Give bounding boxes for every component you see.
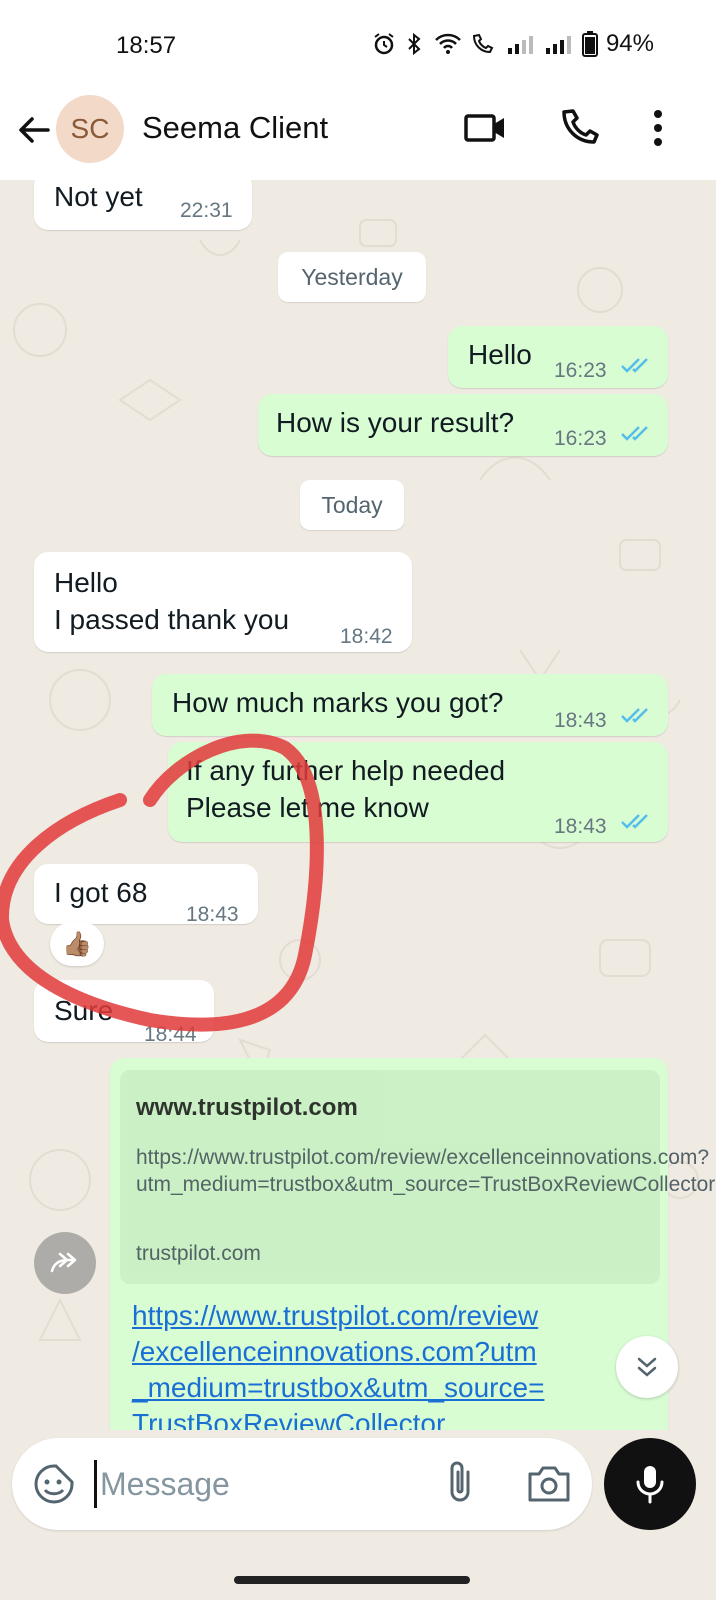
voice-call-icon[interactable] [556,106,600,150]
message-incoming[interactable]: Hello I passed thank you 18:42 [34,552,412,652]
video-call-icon[interactable] [462,108,510,148]
signal-2-icon [545,36,571,54]
link-preview-site: trustpilot.com [136,1242,261,1265]
message-outgoing[interactable]: If any further help needed Please let me… [168,742,668,842]
read-receipt-icon [621,708,648,723]
message-time: 18:43 [186,903,239,926]
link-preview-card[interactable]: www.trustpilot.com https://www.trustpilo… [120,1070,716,1284]
message-text: I got 68 [54,877,148,908]
message-reaction[interactable]: 👍🏽 [50,922,104,966]
attachment-icon[interactable] [442,1458,478,1508]
message-text: How is your result? [276,407,515,438]
status-time: 18:57 [116,32,177,59]
chat-area[interactable]: Not yet 22:31 Yesterday Hello 16:23 How … [0,180,716,1440]
link-line: _medium=trustbox&utm_source= [132,1372,545,1403]
message-text: Hello I passed thank you [54,567,290,635]
message-text: Hello [468,339,532,370]
message-text: Not yet [54,181,143,212]
forward-icon [50,1252,77,1273]
read-receipt-icon [621,814,648,829]
home-indicator[interactable] [234,1576,470,1584]
voice-message-button[interactable] [604,1438,696,1530]
message-incoming[interactable]: Sure 18:44 [34,980,214,1046]
status-bar: 18:57 94% [0,0,716,90]
message-time: 18:43 [554,709,607,732]
battery-percent: 94% [605,30,654,57]
avatar[interactable]: SC [56,95,124,163]
scroll-to-bottom-button[interactable] [616,1336,678,1398]
status-icons: 94% [372,30,654,58]
read-receipt-icon [621,426,648,441]
message-outgoing[interactable]: Hello 16:23 [448,326,668,388]
back-arrow-icon[interactable] [14,110,54,150]
contact-name[interactable]: Seema Client [142,110,328,146]
text-cursor [94,1460,97,1508]
link-line: https://www.trustpilot.com/review [132,1300,539,1331]
message-input-container[interactable] [12,1438,592,1530]
alarm-icon [374,33,394,55]
message-time: 22:31 [180,199,233,222]
bluetooth-icon [408,32,421,56]
message-time: 18:44 [144,1023,197,1046]
compose-bar [0,1430,716,1600]
camera-icon[interactable] [526,1462,572,1504]
day-separator-today: Today [300,480,404,530]
message-outgoing[interactable]: How is your result? 16:23 [258,394,668,456]
message-outgoing[interactable]: How much marks you got? 18:43 [152,674,668,736]
forward-button[interactable] [34,1232,96,1294]
message-time: 16:23 [554,359,607,382]
message-incoming[interactable]: I got 68 18:43 [34,864,258,926]
signal-1-icon [507,36,533,54]
message-input[interactable] [100,1458,400,1510]
message-text: How much marks you got? [172,687,504,718]
chat-header: SC Seema Client [0,90,716,180]
battery-icon [581,31,598,57]
message-time: 16:23 [554,427,607,450]
link-preview-domain: www.trustpilot.com [136,1094,358,1121]
link-preview-url: https://www.trustpilot.com/review/excell… [136,1146,716,1196]
more-options-icon[interactable] [646,106,670,150]
message-link[interactable]: https://www.trustpilot.com/review /excel… [132,1298,652,1440]
message-text: If any further help needed Please let me… [186,755,506,823]
message-time: 18:43 [554,815,607,838]
double-chevron-down-icon [637,1357,657,1377]
sticker-icon[interactable] [32,1462,76,1506]
wifi-call-icon [472,33,494,54]
link-line: /excellenceinnovations.com?utm [132,1336,537,1367]
microphone-icon [636,1466,664,1504]
wifi-icon [435,33,461,54]
message-incoming[interactable]: Not yet 22:31 [34,180,252,230]
read-receipt-icon [621,358,648,373]
message-time: 18:42 [340,625,393,648]
day-separator-yesterday: Yesterday [278,252,426,302]
message-text: Sure [54,995,114,1026]
